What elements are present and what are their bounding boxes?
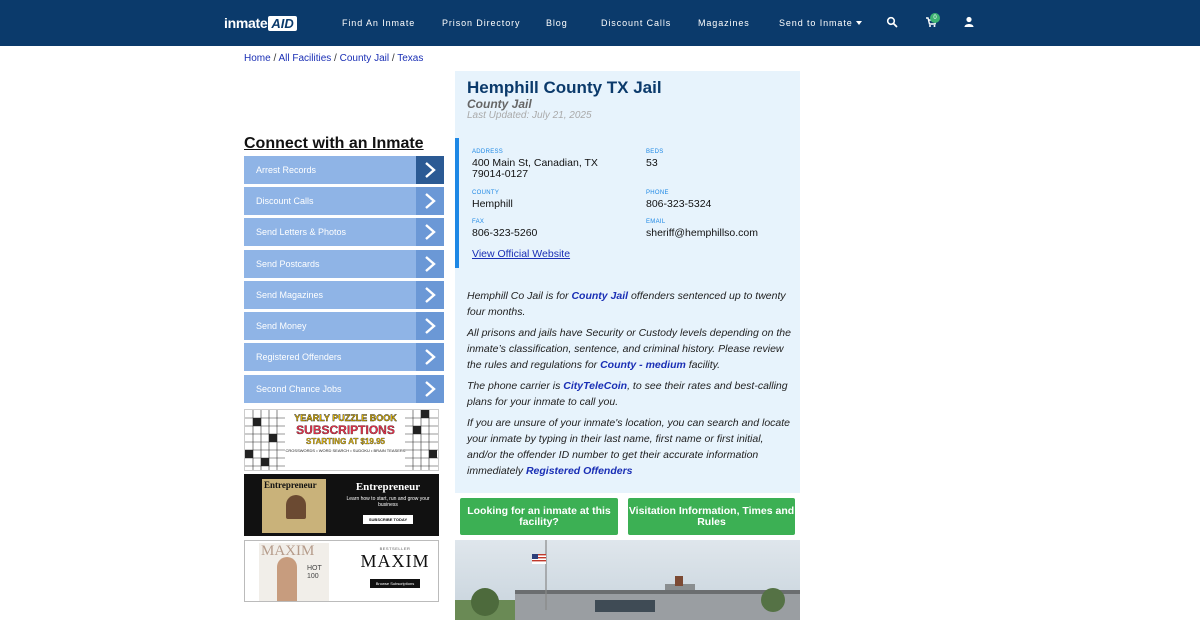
paragraph-jail-purpose: Hemphill Co Jail is for County Jail offe…: [467, 288, 793, 320]
cover-model-graphic: [277, 557, 297, 601]
phone-label: PHONE: [646, 190, 669, 196]
entrepreneur-subscribe-button: SUBSCRIBE TODAY: [362, 515, 414, 524]
entrepreneur-logo-text: Entrepreneur: [355, 481, 421, 493]
sidebar-item-label: Send Magazines: [256, 290, 324, 300]
sidebar-item-send-magazines[interactable]: Send Magazines: [244, 281, 444, 309]
paragraph-search-inmate: If you are unsure of your inmate's locat…: [467, 415, 793, 479]
top-navbar: inmate AID Find An Inmate Prison Directo…: [0, 0, 1200, 46]
sidebar-item-arrest-records[interactable]: Arrest Records: [244, 156, 444, 184]
inmateaid-logo[interactable]: inmate AID: [224, 15, 297, 31]
maxim-magazine-ad[interactable]: MAXIM HOT 100 BESTSELLER MAXIM Browse Su…: [244, 540, 439, 602]
looking-for-inmate-button[interactable]: Looking for an inmate at this facility?: [460, 498, 618, 535]
nav-send-to-inmate[interactable]: Send to Inmate: [779, 18, 862, 28]
fax-value: 806-323-5260: [472, 227, 538, 239]
cover-person-graphic: [286, 495, 306, 519]
sidebar-item-label: Second Chance Jobs: [256, 384, 342, 394]
sidebar-item-label: Discount Calls: [256, 196, 314, 206]
address-line2: 79014-0127: [472, 168, 529, 180]
sidebar-item-label: Registered Offenders: [256, 352, 342, 362]
sidebar-item-label: Send Letters & Photos: [256, 227, 347, 237]
nav-discount-calls[interactable]: Discount Calls: [601, 18, 671, 28]
breadcrumb-texas[interactable]: Texas: [397, 53, 423, 64]
county-medium-link[interactable]: County - medium: [600, 359, 686, 371]
puzzle-ad-line4: CROSSWORDS • WORD SEARCH • SUDOKU • BRAI…: [285, 448, 406, 453]
nav-magazines[interactable]: Magazines: [698, 18, 750, 28]
puzzle-ad-line3: STARTING AT $19.95: [306, 437, 385, 446]
puzzle-ad-text: YEARLY PUZZLE BOOK SUBSCRIPTIONS STARTIN…: [283, 413, 408, 453]
entrepreneur-magazine-ad[interactable]: Entrepreneur Entrepreneur Learn how to s…: [244, 474, 439, 536]
chevron-right-icon: [416, 343, 444, 371]
chevron-right-icon: [416, 218, 444, 246]
chevron-right-icon: [416, 250, 444, 278]
sidebar-item-second-chance-jobs[interactable]: Second Chance Jobs: [244, 375, 444, 403]
phone-value[interactable]: 806-323-5324: [646, 199, 711, 210]
maxim-ad-text: BESTSELLER MAXIM Browse Subscriptions: [355, 546, 435, 590]
puzzle-book-ad[interactable]: YEARLY PUZZLE BOOK SUBSCRIPTIONS STARTIN…: [244, 409, 439, 471]
facility-type: County Jail: [467, 97, 532, 111]
breadcrumb-all-facilities[interactable]: All Facilities: [278, 53, 331, 64]
sidebar-item-registered-offenders[interactable]: Registered Offenders: [244, 343, 444, 371]
registered-offenders-link[interactable]: Registered Offenders: [526, 465, 633, 477]
sidebar-item-send-postcards[interactable]: Send Postcards: [244, 250, 444, 278]
chevron-right-icon: [416, 187, 444, 215]
logo-text-inmate: inmate: [224, 15, 268, 31]
entrepreneur-cover-masthead: Entrepreneur: [264, 480, 317, 490]
p2-text-post: facility.: [685, 359, 721, 371]
fax-label: FAX: [472, 219, 485, 225]
sidebar-item-label: Send Postcards: [256, 259, 320, 269]
maxim-logo-text: MAXIM: [360, 551, 430, 571]
county-label: COUNTY: [472, 190, 500, 196]
facility-photo: [455, 540, 800, 620]
beds-label: BEDS: [646, 149, 664, 155]
sidebar-item-send-letters-photos[interactable]: Send Letters & Photos: [244, 218, 444, 246]
chevron-right-icon: [416, 375, 444, 403]
sidebar-item-send-money[interactable]: Send Money: [244, 312, 444, 340]
entrepreneur-ad-text: Entrepreneur Learn how to start, run and…: [344, 481, 432, 526]
citytelecoin-link[interactable]: CityTeleCoin: [563, 380, 627, 392]
user-icon[interactable]: [963, 16, 975, 28]
chevron-right-icon: [416, 312, 444, 340]
view-official-website-link[interactable]: View Official Website: [472, 248, 570, 260]
paragraph-security-levels: All prisons and jails have Security or C…: [467, 325, 793, 373]
maxim-cover-text: HOT 100: [307, 565, 322, 580]
chevron-down-icon: [855, 21, 862, 25]
address-label: ADDRESS: [472, 149, 504, 155]
p3-text-pre: The phone carrier is: [467, 380, 564, 392]
sidebar-item-discount-calls[interactable]: Discount Calls: [244, 187, 444, 215]
connect-with-inmate-heading[interactable]: Connect with an Inmate: [244, 135, 424, 153]
entrepreneur-cover-image: Entrepreneur: [262, 479, 326, 533]
maxim-browse-button: Browse Subscriptions: [369, 579, 421, 588]
maxim-cover-masthead: MAXIM: [261, 543, 315, 559]
county-value: Hemphill: [472, 198, 513, 210]
nav-prison-directory[interactable]: Prison Directory: [442, 18, 520, 28]
last-updated: Last Updated: July 21, 2025: [467, 110, 592, 121]
nav-blog[interactable]: Blog: [546, 18, 568, 28]
breadcrumb-home[interactable]: Home: [244, 53, 271, 64]
p1-text-pre: Hemphill Co Jail is for: [467, 290, 572, 302]
entrepreneur-tagline: Learn how to start, run and grow your bu…: [346, 496, 430, 508]
email-value[interactable]: sheriff@hemphillso.com: [646, 228, 758, 239]
nav-send-to-inmate-label: Send to Inmate: [779, 18, 853, 28]
chevron-right-icon: [416, 156, 444, 184]
email-label: EMAIL: [646, 219, 666, 225]
maxim-cover-image: MAXIM HOT 100: [259, 543, 329, 601]
cart-count-badge: 0: [930, 13, 940, 23]
paragraph-phone-carrier: The phone carrier is CityTeleCoin, to se…: [467, 378, 793, 410]
logo-text-aid: AID: [268, 15, 297, 31]
sidebar-item-label: Send Money: [256, 321, 307, 331]
puzzle-ad-line1: YEARLY PUZZLE BOOK: [294, 413, 397, 423]
visitation-info-button[interactable]: Visitation Information, Times and Rules: [628, 498, 795, 535]
beds-value: 53: [646, 157, 658, 169]
sidebar-item-label: Arrest Records: [256, 165, 317, 175]
breadcrumb-county-jail[interactable]: County Jail: [340, 53, 389, 64]
county-jail-link[interactable]: County Jail: [571, 290, 628, 302]
puzzle-ad-line2: SUBSCRIPTIONS: [296, 423, 395, 437]
breadcrumb: Home / All Facilities / County Jail / Te…: [244, 53, 424, 64]
page-title: Hemphill County TX Jail: [467, 78, 662, 97]
chevron-right-icon: [416, 281, 444, 309]
search-icon[interactable]: [886, 16, 898, 28]
nav-find-an-inmate[interactable]: Find An Inmate: [342, 18, 415, 28]
